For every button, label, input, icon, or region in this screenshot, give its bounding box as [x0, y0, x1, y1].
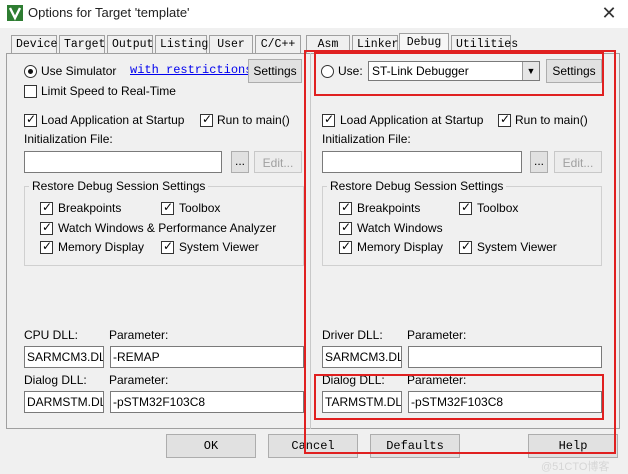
left-init-file-label: Initialization File:	[24, 132, 113, 146]
right-dialog-dll-input[interactable]: TARMSTM.DLL	[322, 391, 402, 413]
right-watch-windows-checkbox[interactable]	[339, 220, 352, 235]
left-watch-windows-checkbox[interactable]	[40, 220, 53, 235]
left-toolbox-checkbox[interactable]	[161, 200, 174, 215]
right-toolbox-label: Toolbox	[477, 201, 519, 215]
right-breakpoints-checkbox[interactable]	[339, 200, 352, 215]
tab-user[interactable]: User	[209, 35, 253, 54]
left-edit-button[interactable]: Edit...	[254, 151, 302, 173]
right-system-viewer-checkbox[interactable]	[459, 239, 472, 254]
ok-button[interactable]: OK	[166, 434, 256, 458]
tab-linker[interactable]: Linker	[352, 35, 398, 54]
with-restrictions-link[interactable]: with restrictions	[130, 63, 252, 77]
tab-output[interactable]: Output	[107, 35, 153, 54]
right-memory-display-label: Memory Display	[357, 240, 444, 254]
right-watch-windows-label: Watch Windows	[357, 221, 443, 235]
window-title: Options for Target 'template'	[28, 5, 190, 20]
left-run-to-main-label: Run to main()	[217, 113, 290, 127]
cpu-dll-label: CPU DLL:	[24, 328, 79, 342]
use-simulator-radio[interactable]	[24, 65, 37, 78]
right-restore-group-title: Restore Debug Session Settings	[327, 179, 507, 193]
tab-c-cpp[interactable]: C/C++	[255, 35, 301, 54]
cancel-button[interactable]: Cancel	[268, 434, 358, 458]
driver-param-input[interactable]	[408, 346, 602, 368]
cpu-dll-input[interactable]: SARMCM3.DLL	[24, 346, 104, 368]
right-dialog-dll-label: Dialog DLL:	[322, 373, 385, 387]
watermark: @51CTO博客	[541, 461, 610, 473]
use-label: Use:	[338, 64, 363, 78]
left-dialog-dll-label: Dialog DLL:	[24, 373, 87, 387]
limit-speed-checkbox[interactable]	[24, 85, 37, 98]
right-init-file-label: Initialization File:	[322, 132, 411, 146]
tab-asm[interactable]: Asm	[306, 35, 350, 54]
right-toolbox-checkbox[interactable]	[459, 200, 472, 215]
right-dialog-param-label: Parameter:	[407, 373, 467, 387]
simulator-settings-button[interactable]: Settings	[248, 59, 302, 83]
tab-debug[interactable]: Debug	[399, 33, 449, 54]
right-breakpoints-label: Breakpoints	[357, 201, 421, 215]
left-init-file-input[interactable]	[24, 151, 222, 173]
debugger-settings-button[interactable]: Settings	[546, 59, 602, 83]
right-system-viewer-label: System Viewer	[477, 240, 557, 254]
left-toolbox-label: Toolbox	[179, 201, 221, 215]
close-icon[interactable]: ✕	[596, 2, 622, 24]
left-restore-group-title: Restore Debug Session Settings	[29, 179, 209, 193]
help-button[interactable]: Help	[528, 434, 618, 458]
left-breakpoints-label: Breakpoints	[58, 201, 122, 215]
tab-utilities[interactable]: Utilities	[451, 35, 518, 54]
left-dialog-dll-input[interactable]: DARMSTM.DLL	[24, 391, 104, 413]
left-dialog-param-label: Parameter:	[109, 373, 169, 387]
right-load-app-label: Load Application at Startup	[340, 113, 484, 127]
right-run-to-main-label: Run to main()	[515, 113, 588, 127]
left-browse-button[interactable]: ...	[231, 151, 249, 173]
left-memory-display-checkbox[interactable]	[40, 239, 53, 254]
left-breakpoints-checkbox[interactable]	[40, 200, 53, 215]
left-system-viewer-label: System Viewer	[179, 240, 259, 254]
left-memory-display-label: Memory Display	[58, 240, 145, 254]
use-debugger-radio[interactable]	[321, 65, 334, 78]
right-browse-button[interactable]: ...	[530, 151, 548, 173]
left-load-app-label: Load Application at Startup	[41, 113, 185, 127]
right-run-to-main-checkbox[interactable]	[498, 112, 511, 127]
left-watch-windows-label: Watch Windows & Performance Analyzer	[58, 221, 277, 235]
use-simulator-label: Use Simulator	[41, 64, 117, 78]
left-dialog-param-input[interactable]: -pSTM32F103C8	[110, 391, 304, 413]
cpu-param-label: Parameter:	[109, 328, 169, 342]
cpu-param-input[interactable]: -REMAP	[110, 346, 304, 368]
right-edit-button[interactable]: Edit...	[554, 151, 602, 173]
left-system-viewer-checkbox[interactable]	[161, 239, 174, 254]
chevron-down-icon[interactable]: ▼	[522, 62, 539, 80]
debugger-select[interactable]: ST-Link Debugger	[368, 61, 540, 81]
right-dialog-param-input[interactable]: -pSTM32F103C8	[408, 391, 602, 413]
tab-target[interactable]: Target	[59, 35, 105, 54]
left-load-app-checkbox[interactable]	[24, 112, 37, 127]
driver-param-label: Parameter:	[407, 328, 467, 342]
keil-uvision-icon	[7, 5, 23, 21]
driver-dll-input[interactable]: SARMCM3.DLL	[322, 346, 402, 368]
left-run-to-main-checkbox[interactable]	[200, 112, 213, 127]
limit-speed-label: Limit Speed to Real-Time	[41, 84, 176, 98]
defaults-button[interactable]: Defaults	[370, 434, 460, 458]
debugger-select-value: ST-Link Debugger	[372, 64, 469, 78]
column-divider	[310, 53, 311, 429]
tab-device[interactable]: Device	[11, 35, 57, 54]
right-load-app-checkbox[interactable]	[322, 112, 335, 127]
tab-listing[interactable]: Listing	[155, 35, 208, 54]
driver-dll-label: Driver DLL:	[322, 328, 383, 342]
right-memory-display-checkbox[interactable]	[339, 239, 352, 254]
right-init-file-input[interactable]	[322, 151, 522, 173]
